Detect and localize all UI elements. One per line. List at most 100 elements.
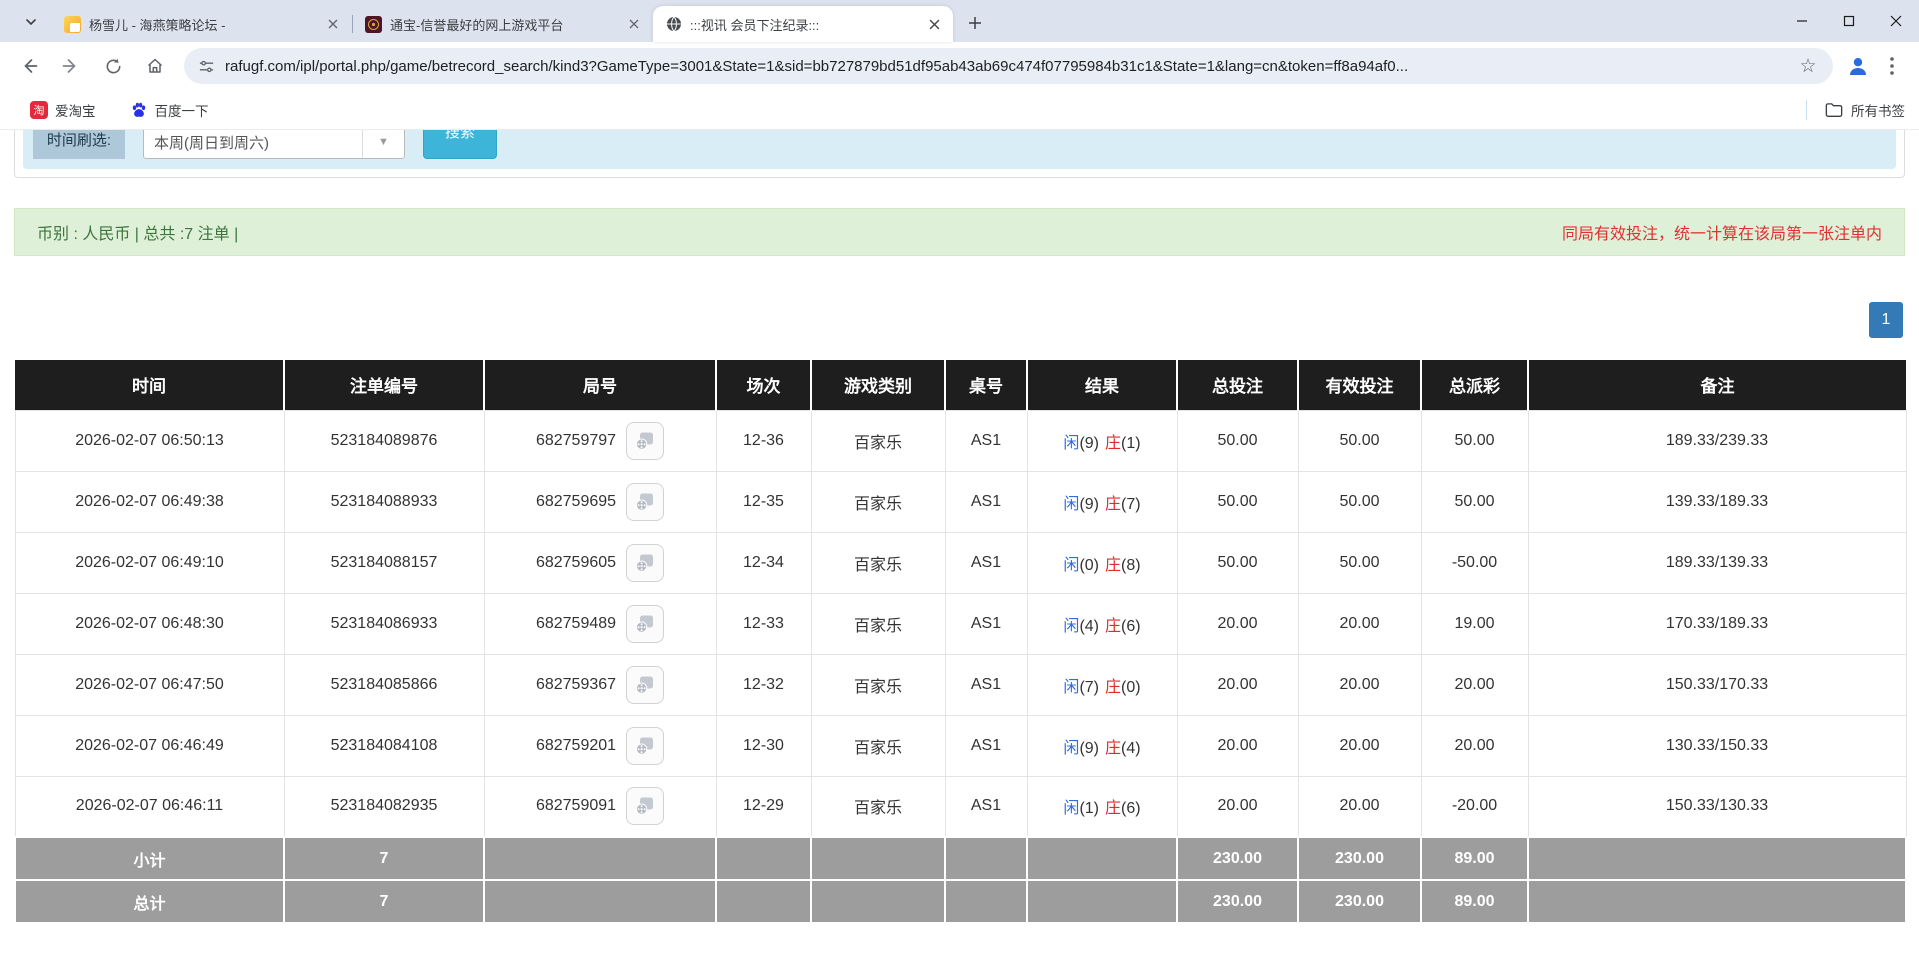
table-header: 时间 注单编号 局号 场次 游戏类别 桌号 结果 总投注 有效投注 总派彩 备注 <box>15 360 1906 410</box>
page-1-button[interactable]: 1 <box>1869 302 1903 338</box>
round-number: 682759489 <box>536 615 616 633</box>
cell-table-no: AS1 <box>945 776 1027 837</box>
avatar-icon[interactable] <box>1841 49 1875 83</box>
table-row: 2026-02-07 06:46:11 523184082935 6827590… <box>15 776 1906 837</box>
bookmark-label: 爱淘宝 <box>55 100 96 120</box>
date-range-select[interactable]: 本周(周日到周六) ▼ <box>143 130 405 159</box>
summary-valid-bet: 230.00 <box>1298 880 1421 923</box>
date-range-value: 本周(周日到周六) <box>154 132 269 153</box>
kebab-menu-icon[interactable] <box>1875 49 1909 83</box>
cell-valid-bet: 20.00 <box>1298 593 1421 654</box>
maximize-icon[interactable] <box>1825 0 1872 42</box>
cell-bet-id: 523184089876 <box>284 410 484 471</box>
round-number: 682759797 <box>536 432 616 450</box>
summary-valid-bet: 230.00 <box>1298 837 1421 880</box>
tab-search-chevron[interactable] <box>16 7 46 37</box>
bookmark-label: 百度一下 <box>155 100 209 120</box>
cell-valid-bet: 20.00 <box>1298 654 1421 715</box>
bet-record-table: 时间 注单编号 局号 场次 游戏类别 桌号 结果 总投注 有效投注 总派彩 备注… <box>14 360 1907 924</box>
header-time: 时间 <box>15 360 284 410</box>
reload-icon[interactable] <box>96 49 130 83</box>
video-replay-button[interactable] <box>626 787 664 825</box>
bookmark-baidu[interactable]: 百度一下 <box>130 100 209 120</box>
cell-payout: 20.00 <box>1421 654 1528 715</box>
star-icon[interactable]: ☆ <box>1795 53 1821 79</box>
cell-game-type: 百家乐 <box>811 715 945 776</box>
minimize-icon[interactable] <box>1778 0 1825 42</box>
url-text[interactable]: rafugf.com/ipl/portal.php/game/betrecord… <box>225 58 1795 75</box>
table-row: 2026-02-07 06:48:30 523184086933 6827594… <box>15 593 1906 654</box>
video-replay-button[interactable] <box>626 666 664 704</box>
all-bookmarks-button[interactable]: 所有书签 <box>1806 100 1905 120</box>
tongbao-favicon <box>365 16 382 33</box>
back-icon[interactable] <box>12 49 46 83</box>
cell-payout: 20.00 <box>1421 715 1528 776</box>
cell-round: 682759367 <box>484 654 716 715</box>
cell-result: 闲(7)庄(0) <box>1027 654 1177 715</box>
cell-total-bet[interactable]: 50.00 <box>1177 532 1298 593</box>
tab-title: :::视讯 会员下注纪录::: <box>690 15 917 34</box>
cell-result: 闲(4)庄(6) <box>1027 593 1177 654</box>
cell-total-bet[interactable]: 20.00 <box>1177 776 1298 837</box>
table-footer: 小计 7 230.00 230.00 89.00 总计 7 230.00 230… <box>15 837 1906 923</box>
cell-table-no: AS1 <box>945 410 1027 471</box>
cell-session: 12-35 <box>716 471 811 532</box>
header-payout: 总派彩 <box>1421 360 1528 410</box>
header-bet-id: 注单编号 <box>284 360 484 410</box>
video-replay-button[interactable] <box>626 483 664 521</box>
header-game-type: 游戏类别 <box>811 360 945 410</box>
result-banker: 庄 <box>1105 557 1121 574</box>
cell-note: 139.33/189.33 <box>1528 471 1906 532</box>
home-icon[interactable] <box>138 49 172 83</box>
forward-icon[interactable] <box>54 49 88 83</box>
close-icon[interactable] <box>324 15 342 33</box>
table-row: 2026-02-07 06:47:50 523184085866 6827593… <box>15 654 1906 715</box>
video-replay-button[interactable] <box>626 422 664 460</box>
header-total-bet: 总投注 <box>1177 360 1298 410</box>
cell-game-type: 百家乐 <box>811 776 945 837</box>
cell-session: 12-32 <box>716 654 811 715</box>
result-player: 闲 <box>1063 557 1079 574</box>
header-valid-bet: 有效投注 <box>1298 360 1421 410</box>
summary-count: 7 <box>284 837 484 880</box>
cell-session: 12-33 <box>716 593 811 654</box>
tab-bet-record-active[interactable]: :::视讯 会员下注纪录::: <box>653 6 953 42</box>
cell-total-bet[interactable]: 20.00 <box>1177 654 1298 715</box>
new-tab-button[interactable] <box>961 9 989 37</box>
tab-title: 杨雪儿 - 海燕策略论坛 - <box>89 15 316 34</box>
search-button[interactable]: 搜索 <box>423 130 497 159</box>
tune-icon[interactable] <box>198 58 215 75</box>
result-player: 闲 <box>1063 618 1079 635</box>
video-replay-button[interactable] <box>626 727 664 765</box>
video-replay-button[interactable] <box>626 544 664 582</box>
cell-table-no: AS1 <box>945 715 1027 776</box>
close-window-icon[interactable] <box>1872 0 1919 42</box>
cell-session: 12-29 <box>716 776 811 837</box>
cell-total-bet[interactable]: 20.00 <box>1177 593 1298 654</box>
cell-round: 682759797 <box>484 410 716 471</box>
video-replay-button[interactable] <box>626 605 664 643</box>
all-bookmarks-label: 所有书签 <box>1851 100 1905 120</box>
result-banker: 庄 <box>1105 740 1121 757</box>
close-icon[interactable] <box>625 15 643 33</box>
cell-total-bet[interactable]: 50.00 <box>1177 471 1298 532</box>
cell-time: 2026-02-07 06:49:38 <box>15 471 284 532</box>
cell-session: 12-36 <box>716 410 811 471</box>
bookmark-taobao[interactable]: 淘 爱淘宝 <box>30 100 96 120</box>
round-number: 682759367 <box>536 676 616 694</box>
cell-bet-id: 523184086933 <box>284 593 484 654</box>
summary-payout: 89.00 <box>1421 880 1528 923</box>
cell-table-no: AS1 <box>945 654 1027 715</box>
summary-notice: 同局有效投注，统一计算在该局第一张注单内 <box>1562 220 1882 244</box>
cell-payout: -20.00 <box>1421 776 1528 837</box>
tab-forum[interactable]: 杨雪儿 - 海燕策略论坛 - <box>52 6 352 42</box>
cell-time: 2026-02-07 06:48:30 <box>15 593 284 654</box>
tab-tongbao[interactable]: 通宝-信誉最好的网上游戏平台 <box>353 6 653 42</box>
cell-total-bet[interactable]: 50.00 <box>1177 410 1298 471</box>
address-bar[interactable]: rafugf.com/ipl/portal.php/game/betrecord… <box>184 48 1833 84</box>
cell-total-bet[interactable]: 20.00 <box>1177 715 1298 776</box>
cell-valid-bet: 20.00 <box>1298 715 1421 776</box>
close-icon[interactable] <box>925 15 943 33</box>
result-banker: 庄 <box>1105 618 1121 635</box>
header-table-no: 桌号 <box>945 360 1027 410</box>
